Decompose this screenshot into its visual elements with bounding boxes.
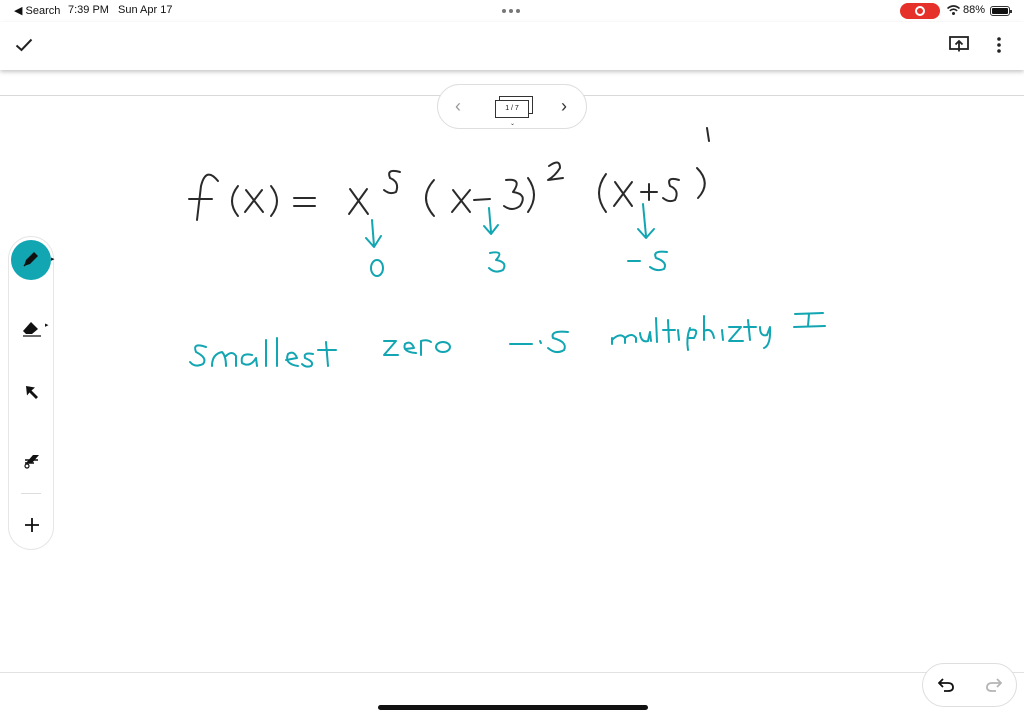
highlighter-options-caret-icon[interactable]: ▸ bbox=[45, 321, 49, 329]
redo-icon[interactable] bbox=[986, 678, 1002, 692]
palette-divider bbox=[21, 493, 41, 494]
add-tool-button[interactable] bbox=[24, 517, 40, 538]
annotation-ink bbox=[189, 203, 826, 368]
eraser-tool[interactable] bbox=[23, 451, 41, 474]
plus-icon bbox=[25, 518, 39, 532]
handwriting-canvas[interactable] bbox=[0, 0, 1024, 716]
tool-palette: ▸ ▸ bbox=[8, 236, 55, 550]
equation-ink bbox=[188, 127, 710, 221]
pen-options-caret-icon[interactable]: ▸ bbox=[51, 255, 55, 263]
undo-icon[interactable] bbox=[938, 678, 954, 692]
page-bottom-edge bbox=[0, 672, 1024, 673]
eraser-icon bbox=[24, 455, 39, 469]
undo-redo-control bbox=[922, 663, 1017, 707]
highlighter-icon bbox=[23, 322, 41, 337]
pen-icon bbox=[23, 252, 38, 267]
selection-arrow-icon bbox=[26, 386, 38, 399]
home-indicator[interactable] bbox=[378, 705, 648, 710]
pen-tool[interactable]: ▸ bbox=[11, 240, 55, 280]
selection-arrow-tool[interactable] bbox=[24, 384, 40, 405]
highlighter-tool[interactable]: ▸ bbox=[21, 317, 49, 339]
